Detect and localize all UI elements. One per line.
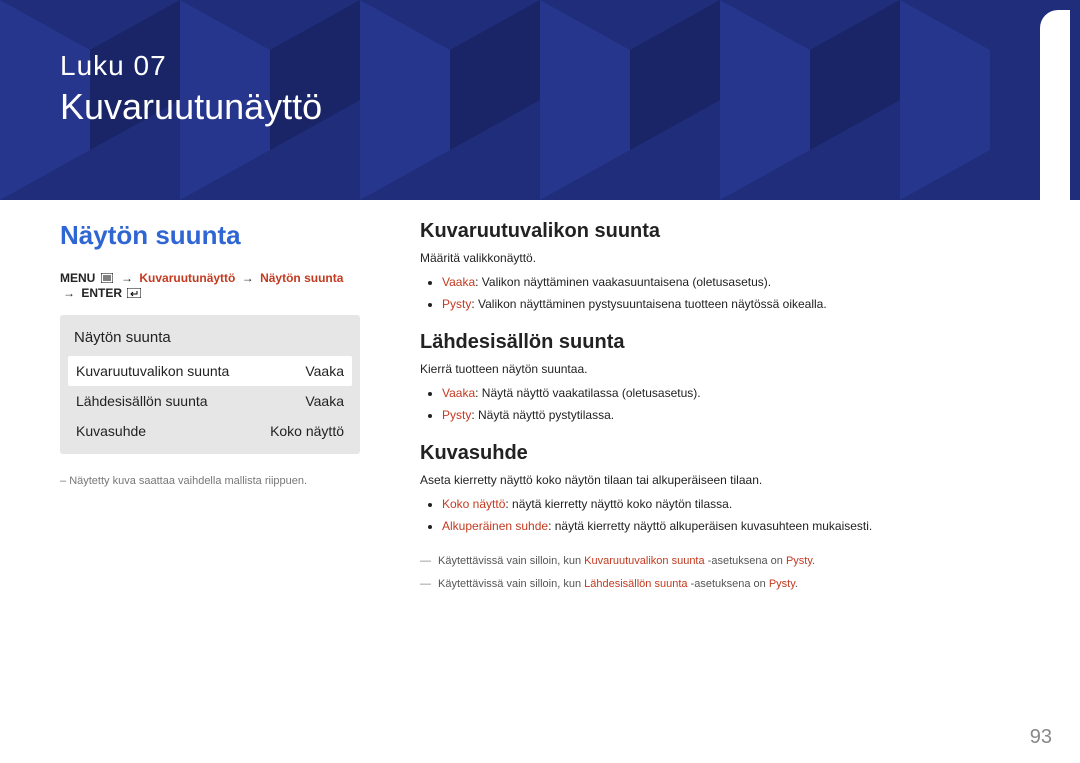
availability-note: Käytettävissä vain silloin, kun Lähdesis… — [420, 576, 1040, 593]
content-area: Näytön suunta MENU → Kuvaruutunäyttö → N… — [60, 220, 1040, 743]
section-description: Aseta kierretty näyttö koko näytön tilaa… — [420, 473, 1040, 487]
option-list: Koko näyttö: näytä kierretty näyttö koko… — [420, 495, 1040, 535]
menu-row-value: Vaaka — [305, 393, 344, 409]
value-ref: Pysty — [786, 555, 812, 567]
option-name: Vaaka — [442, 275, 475, 289]
menu-row-value: Koko näyttö — [270, 423, 344, 439]
option-item: Vaaka: Näytä näyttö vaakatilassa (oletus… — [442, 384, 1040, 402]
option-item: Koko näyttö: näytä kierretty näyttö koko… — [442, 495, 1040, 513]
option-item: Alkuperäinen suhde: näytä kierretty näyt… — [442, 517, 1040, 535]
menu-row-label: Lähdesisällön suunta — [76, 393, 208, 409]
option-text: : Valikon näyttäminen vaakasuuntaisena (… — [475, 275, 771, 289]
menu-preview-row: Kuvaruutuvalikon suunta Vaaka — [68, 356, 352, 386]
option-text: : Näytä näyttö vaakatilassa (oletusasetu… — [475, 386, 700, 400]
right-column: Kuvaruutuvalikon suunta Määritä valikkonä… — [420, 220, 1040, 743]
option-list: Vaaka: Näytä näyttö vaakatilassa (oletus… — [420, 384, 1040, 424]
section-description: Määritä valikkonäyttö. — [420, 251, 1040, 265]
chapter-banner: Luku 07 Kuvaruutunäyttö — [0, 0, 1080, 200]
menu-preview-row: Kuvasuhde Koko näyttö — [68, 416, 352, 446]
section-title: Näytön suunta — [60, 220, 360, 251]
menu-row-label: Kuvaruutuvalikon suunta — [76, 363, 229, 379]
menu-preview-row: Lähdesisällön suunta Vaaka — [68, 386, 352, 416]
option-name: Pysty — [442, 408, 471, 422]
option-text: : näytä kierretty näyttö alkuperäisen ku… — [548, 519, 872, 533]
value-ref: Pysty — [769, 578, 795, 590]
setting-ref: Lähdesisällön suunta — [584, 578, 687, 590]
chapter-label: Luku 07 — [60, 50, 1020, 82]
menu-preview-title: Näytön suunta — [68, 325, 352, 356]
menu-icon — [101, 272, 113, 286]
option-name: Alkuperäinen suhde — [442, 519, 548, 533]
menu-row-label: Kuvasuhde — [76, 423, 146, 439]
sub-heading: Kuvaruutuvalikon suunta — [420, 220, 1040, 243]
breadcrumb-menu: MENU — [60, 271, 95, 285]
manual-page: Luku 07 Kuvaruutunäyttö Näytön suunta ME… — [0, 0, 1080, 763]
page-number: 93 — [1030, 726, 1052, 749]
menu-path: MENU → Kuvaruutunäyttö → Näytön suunta →… — [60, 271, 360, 301]
option-text: : Valikon näyttäminen pystysuuntaisena t… — [471, 297, 826, 311]
image-disclaimer: – Näytetty kuva saattaa vaihdella mallis… — [60, 474, 360, 489]
setting-ref: Kuvaruutuvalikon suunta — [584, 555, 704, 567]
sub-heading: Kuvasuhde — [420, 442, 1040, 465]
availability-note: Käytettävissä vain silloin, kun Kuvaruut… — [420, 553, 1040, 570]
option-item: Vaaka: Valikon näyttäminen vaakasuuntais… — [442, 273, 1040, 291]
option-item: Pysty: Näytä näyttö pystytilassa. — [442, 406, 1040, 424]
arrow-icon: → — [63, 286, 75, 300]
breadcrumb-enter: ENTER — [81, 286, 122, 300]
option-text: : näytä kierretty näyttö koko näytön til… — [505, 497, 732, 511]
sub-heading: Lähdesisällön suunta — [420, 331, 1040, 354]
enter-icon — [127, 287, 141, 301]
option-name: Pysty — [442, 297, 471, 311]
section-description: Kierrä tuotteen näytön suuntaa. — [420, 362, 1040, 376]
menu-preview-panel: Näytön suunta Kuvaruutuvalikon suunta Vaa… — [60, 315, 360, 454]
breadcrumb-seg1: Kuvaruutunäyttö — [139, 271, 235, 285]
option-list: Vaaka: Valikon näyttäminen vaakasuuntais… — [420, 273, 1040, 313]
option-text: : Näytä näyttö pystytilassa. — [471, 408, 614, 422]
left-column: Näytön suunta MENU → Kuvaruutunäyttö → N… — [60, 220, 360, 743]
menu-row-value: Vaaka — [305, 363, 344, 379]
arrow-icon: → — [242, 271, 254, 285]
breadcrumb-seg2: Näytön suunta — [260, 271, 343, 285]
option-item: Pysty: Valikon näyttäminen pystysuuntais… — [442, 295, 1040, 313]
option-name: Koko näyttö — [442, 497, 505, 511]
chapter-title: Kuvaruutunäyttö — [60, 86, 1020, 128]
arrow-icon: → — [121, 271, 133, 285]
option-name: Vaaka — [442, 386, 475, 400]
